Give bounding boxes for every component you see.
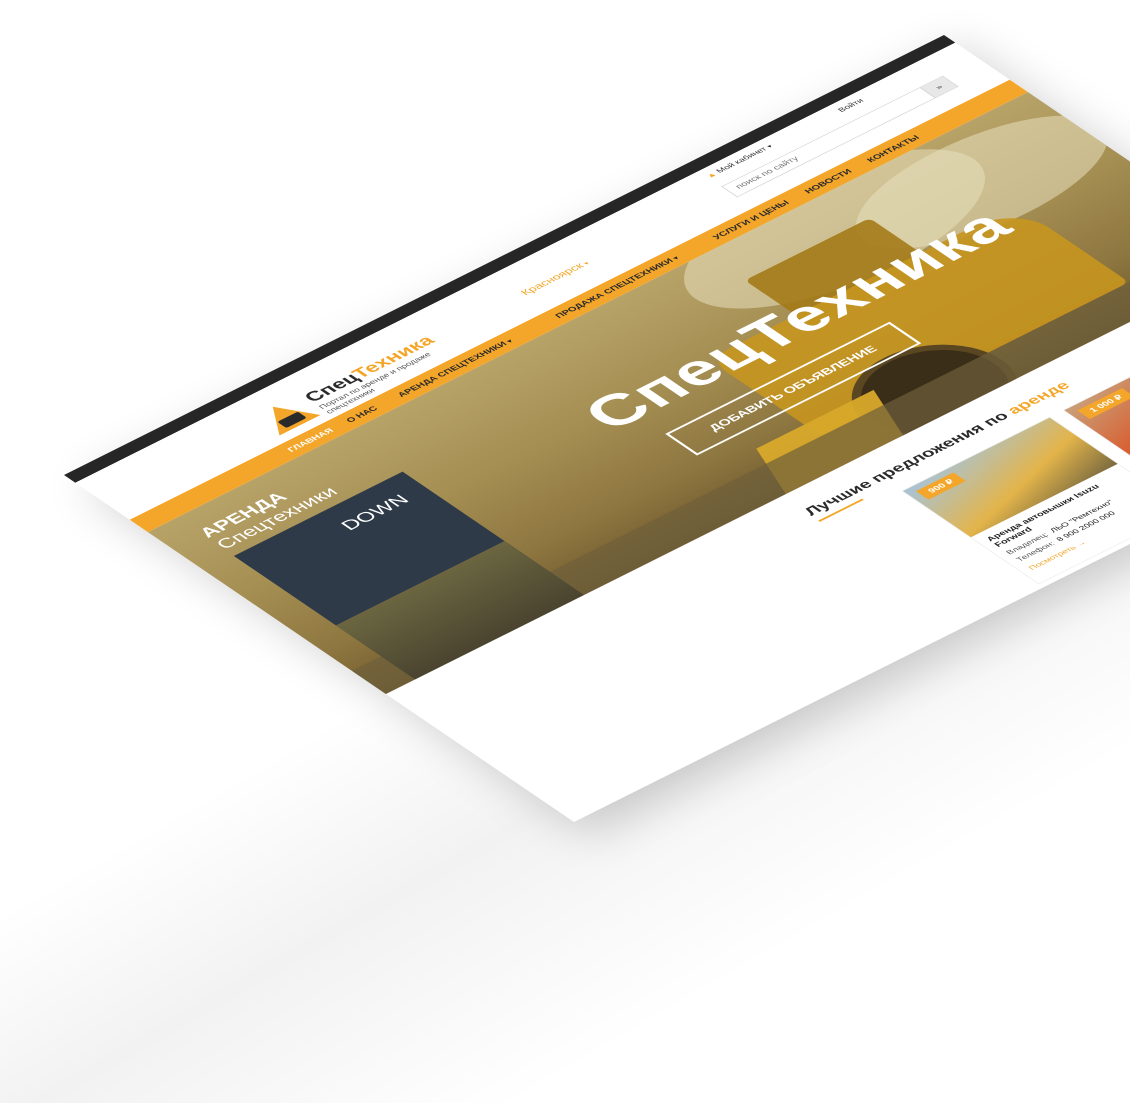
- user-icon: ▲: [704, 170, 720, 180]
- offer-card-image: [902, 417, 1118, 538]
- mockup-stage: СпецТехника Портал по аренде и продаже с…: [0, 0, 1130, 1103]
- website-page: СпецТехника Портал по аренде и продаже с…: [64, 34, 1130, 823]
- promo-letters: DOWN: [336, 491, 414, 534]
- login-link[interactable]: Войти: [836, 98, 865, 114]
- promo-image: [335, 541, 584, 680]
- city-selector[interactable]: Красноярск▾: [518, 259, 592, 298]
- city-label: Красноярск: [518, 261, 587, 298]
